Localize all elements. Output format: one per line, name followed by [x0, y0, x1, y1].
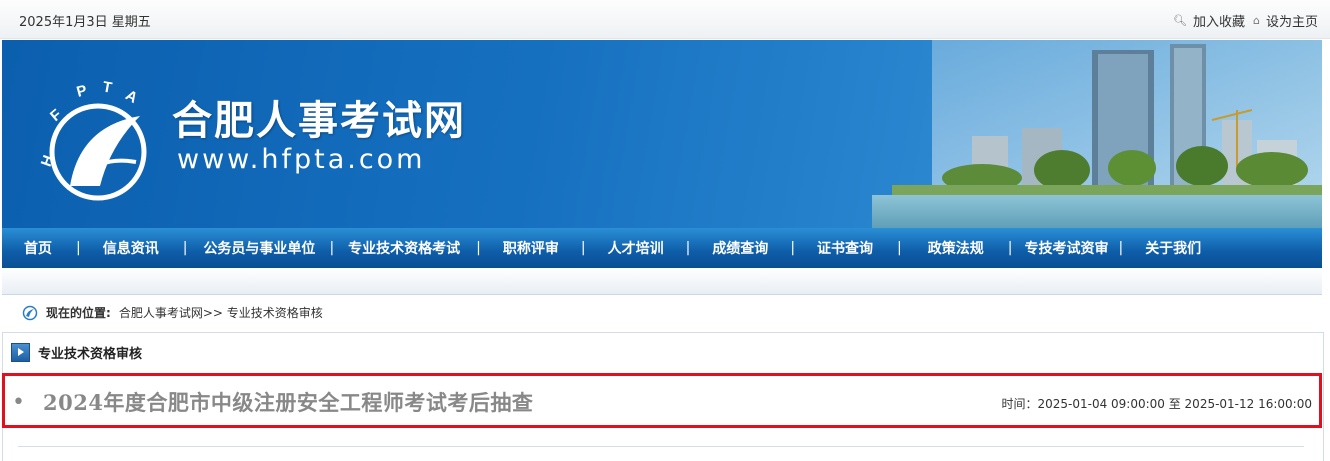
nav-policy[interactable]: 政策法规 — [928, 238, 984, 258]
nav-about[interactable]: 关于我们 — [1145, 238, 1201, 258]
article-time-range: 2025-01-04 09:00:00 至 2025-01-12 16:00:0… — [1037, 397, 1312, 411]
nav-civil-service-label: 公务员与事业单位 — [203, 241, 316, 257]
home-icon: ⌂ — [1253, 14, 1260, 27]
nav-exam-review[interactable]: 专技考试资审 — [1024, 238, 1108, 258]
article-time: 时间：2025-01-04 09:00:00 至 2025-01-12 16:0… — [1001, 395, 1312, 412]
site-title: 合肥人事考试网 — [172, 97, 466, 144]
nav-about-label: 关于我们 — [1145, 241, 1202, 257]
article-list-item[interactable]: • 2024年度合肥市中级注册安全工程师考试考后抽查 时间：2025-01-04… — [12, 387, 1312, 417]
search-icon: 🔍︎ — [1173, 14, 1187, 27]
nav-certificate-query[interactable]: 证书查询 — [817, 238, 873, 258]
nav-title-review-label: 职称评审 — [502, 241, 559, 257]
nav-home-label: 首页 — [24, 241, 52, 257]
nav-separator: | — [1007, 240, 1013, 256]
nav-score-query[interactable]: 成绩查询 — [712, 238, 768, 258]
svg-text:A: A — [123, 87, 141, 107]
main-nav: 首页 | 信息资讯 | 公务员与事业单位 | 专业技术资格考试 | 职称评审 |… — [2, 228, 1322, 268]
nav-exam-review-label: 专技考试资审 — [1024, 241, 1109, 257]
nav-separator: | — [580, 240, 586, 256]
main-nav-list: 首页 | 信息资讯 | 公务员与事业单位 | 专业技术资格考试 | 职称评审 |… — [2, 228, 1322, 268]
nav-separator: | — [685, 240, 691, 256]
current-date: 2025年1月3日 星期五 — [19, 15, 151, 30]
nav-separator: | — [476, 240, 481, 256]
city-skyline-image — [872, 40, 1322, 228]
nav-shadow — [2, 268, 1322, 295]
nav-separator: | — [329, 240, 335, 256]
nav-news[interactable]: 信息资讯 — [103, 238, 159, 258]
nav-professional-exam[interactable]: 专业技术资格考试 — [348, 238, 460, 258]
nav-home[interactable]: 首页 — [24, 238, 52, 258]
divider — [18, 446, 1304, 447]
nav-professional-exam-label: 专业技术资格考试 — [348, 241, 461, 257]
nav-separator: | — [182, 240, 188, 256]
set-homepage-link[interactable]: 设为主页 — [1266, 11, 1318, 30]
article-time-label: 时间： — [1001, 397, 1038, 411]
header-banner: H F P T A 合肥人事考试网 www.hfpta.com — [2, 40, 1322, 228]
article-title-link[interactable]: 2024年度合肥市中级注册安全工程师考试考后抽查 — [43, 387, 533, 417]
nav-separator: | — [790, 240, 796, 256]
top-links: 🔍︎ 加入收藏 ⌂ 设为主页 — [1173, 11, 1318, 30]
nav-title-review[interactable]: 职称评审 — [503, 238, 559, 258]
nav-separator: | — [897, 240, 902, 256]
hfpta-logo-icon: H F P T A — [40, 79, 147, 201]
nav-training[interactable]: 人才培训 — [608, 238, 664, 258]
nav-training-label: 人才培训 — [607, 241, 664, 257]
bullet-icon: • — [12, 389, 25, 415]
add-bookmark-link[interactable]: 加入收藏 — [1193, 11, 1245, 30]
breadcrumb-label: 现在的位置: — [46, 306, 111, 320]
nav-separator: | — [1118, 240, 1124, 256]
location-icon — [22, 305, 38, 320]
breadcrumb-path[interactable]: 合肥人事考试网>> 专业技术资格审核 — [119, 304, 323, 321]
section-header: 专业技术资格审核 — [11, 343, 142, 362]
nav-score-query-label: 成绩查询 — [712, 241, 769, 257]
nav-certificate-query-label: 证书查询 — [817, 241, 874, 257]
site-url: www.hfpta.com — [177, 144, 426, 175]
nav-civil-service[interactable]: 公务员与事业单位 — [203, 238, 315, 258]
arrow-right-icon — [11, 343, 30, 362]
nav-news-label: 信息资讯 — [102, 241, 159, 257]
top-bar: 2025年1月3日 星期五 🔍︎ 加入收藏 ⌂ 设为主页 — [0, 0, 1330, 39]
svg-text:T: T — [101, 79, 113, 97]
breadcrumb: 现在的位置: 合肥人事考试网>> 专业技术资格审核 — [22, 304, 323, 321]
nav-policy-label: 政策法规 — [927, 241, 984, 257]
svg-text:P: P — [75, 82, 89, 101]
section-title: 专业技术资格审核 — [38, 347, 143, 362]
nav-separator: | — [76, 240, 81, 256]
